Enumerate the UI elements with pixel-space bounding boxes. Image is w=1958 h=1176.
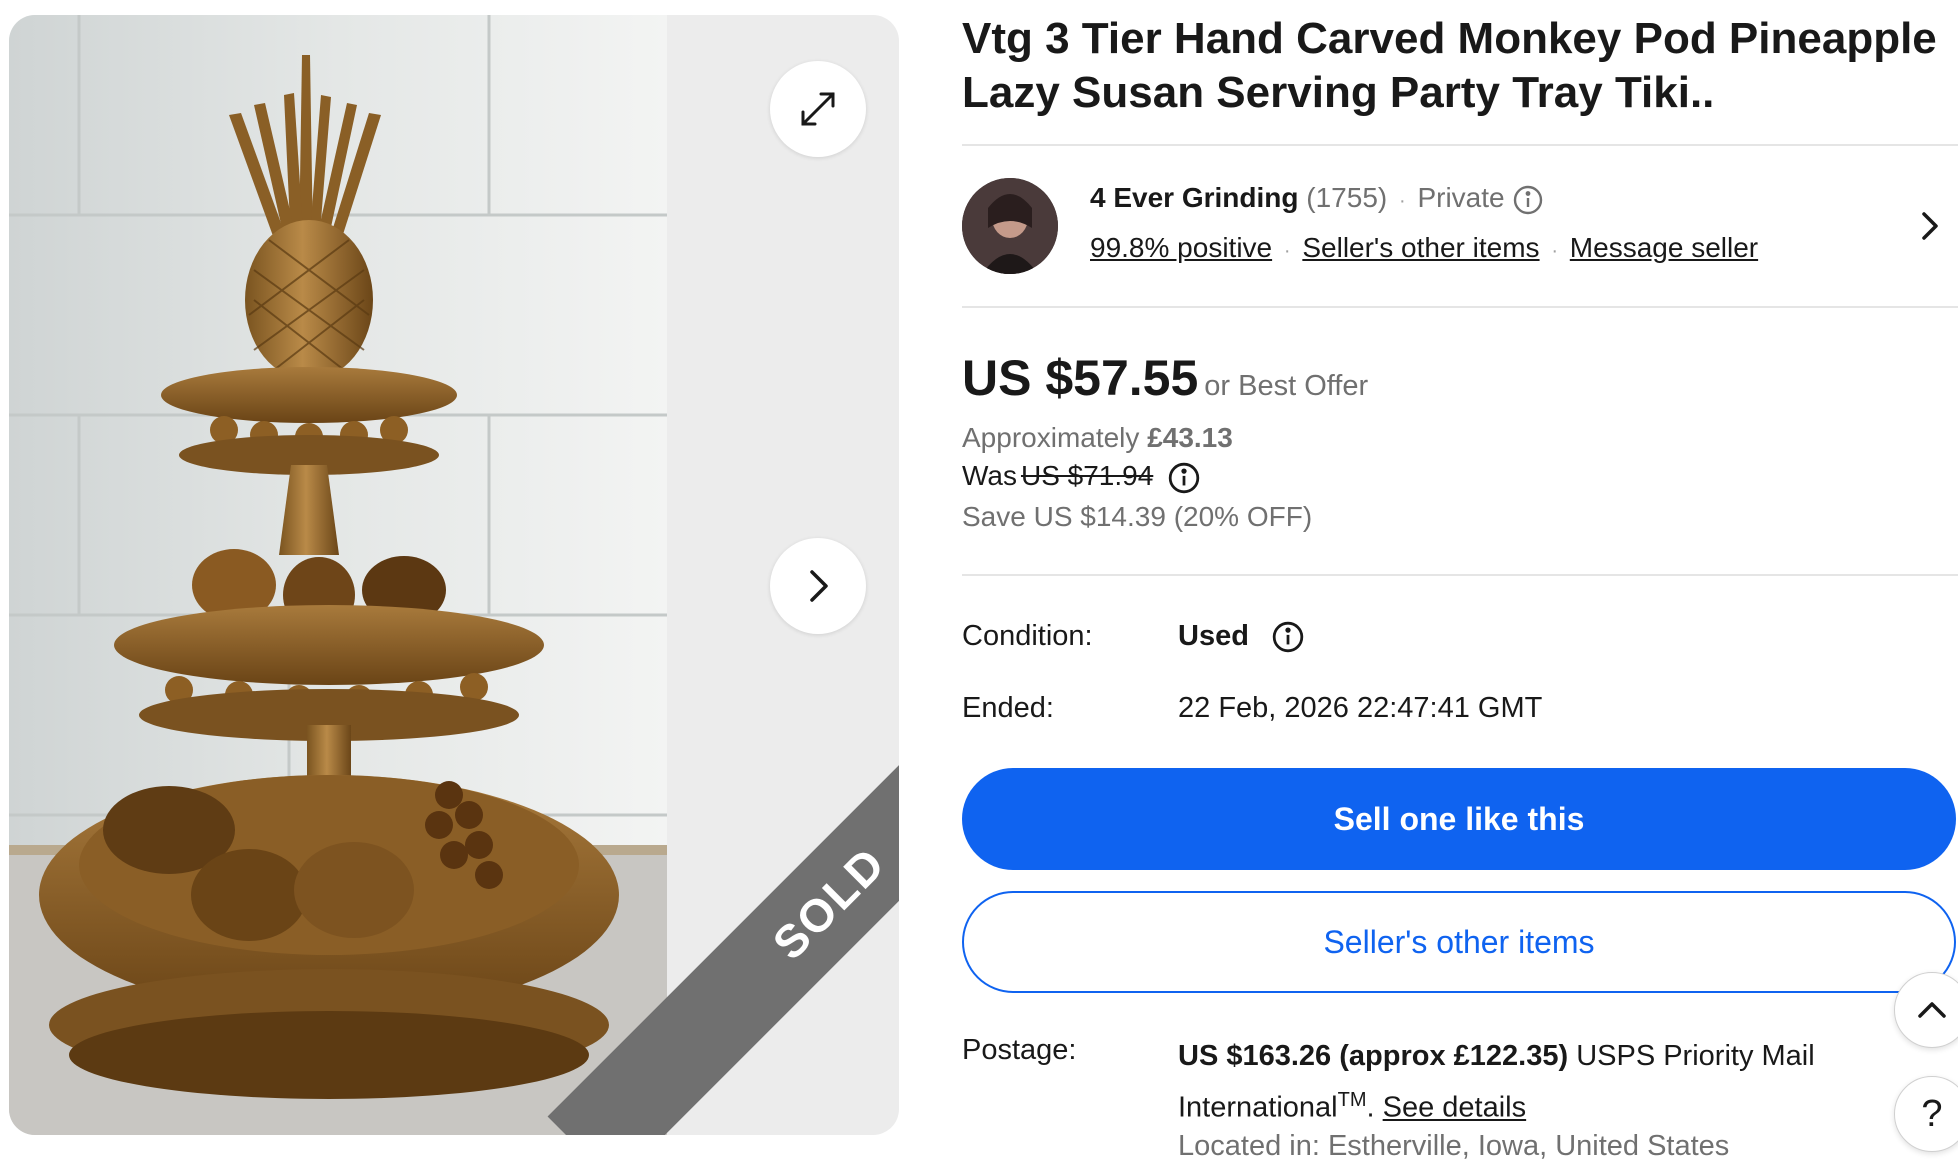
sellers-other-items-button[interactable]: Seller's other items [962,891,1956,993]
listing-title: Vtg 3 Tier Hand Carved Monkey Pod Pineap… [962,14,1937,117]
approx-price: Approximately £43.13 [962,422,1958,454]
seller-other-items-link[interactable]: Seller's other items [1302,232,1539,263]
message-seller-link[interactable]: Message seller [1570,232,1758,263]
item-location: Located in: Estherville, Iowa, United St… [1178,1130,1730,1162]
postage-price: US $163.26 (approx £122.35) [1178,1040,1569,1072]
listing-details: Vtg 3 Tier Hand Carved Monkey Pod Pineap… [962,0,1958,1176]
price-block: US $57.55 or Best Offer Approximately £43… [962,348,1958,533]
expand-arrows-icon [801,92,835,126]
info-icon[interactable] [1167,461,1201,495]
was-value: US $71.94 [1020,460,1154,491]
seller-info: 4 Ever Grinding (1755) · Private [1090,182,1544,216]
price-line: US $57.55 or Best Offer [962,348,1958,416]
seller-type: Private [1417,182,1505,213]
separator-dot: · [1283,240,1291,262]
see-details-link[interactable]: See details [1383,1092,1527,1124]
trademark-mark: TM [1337,1089,1367,1111]
approx-value: £43.13 [1147,422,1233,453]
separator-dot: · [1399,190,1406,212]
condition-value-wrap: Used [1178,620,1305,654]
was-price: Was US $71.94 [962,460,1958,495]
chevron-right-icon [810,570,828,602]
current-price: US $57.55 [962,350,1199,406]
help-icon: ? [1921,1092,1943,1135]
feedback-count[interactable]: (1755) [1306,182,1387,213]
seller-avatar[interactable] [962,178,1058,274]
divider [962,144,1958,146]
condition-label: Condition: [962,620,1093,652]
approx-label: Approximately [962,422,1140,453]
ended-value: 22 Feb, 2026 22:47:41 GMT [1178,692,1543,724]
divider [962,306,1958,308]
condition-row: Condition: Used [962,620,1958,660]
positive-feedback-link[interactable]: 99.8% positive [1090,232,1272,263]
was-label: Was [962,460,1017,491]
next-image-button[interactable] [770,538,866,634]
ended-row: Ended: 22 Feb, 2026 22:47:41 GMT [962,692,1958,732]
savings-text: Save US $14.39 (20% OFF) [962,500,1313,532]
postage-label: Postage: [962,1034,1077,1066]
chevron-up-icon [1918,1002,1946,1018]
chevron-right-icon[interactable] [1916,206,1944,246]
expand-image-button[interactable] [770,61,866,157]
divider [962,574,1958,576]
condition-value: Used [1178,620,1249,652]
ended-label: Ended: [962,692,1054,724]
seller-card[interactable]: 4 Ever Grinding (1755) · Private 99.8% p… [962,178,1958,282]
separator-dot: · [1551,240,1559,262]
image-gallery[interactable]: SOLD [9,15,899,1135]
product-photo[interactable] [9,15,667,1135]
info-icon[interactable] [1271,620,1305,654]
postage-value: US $163.26 (approx £122.35) USPS Priorit… [1178,1040,1815,1124]
seller-name[interactable]: 4 Ever Grinding [1090,182,1299,213]
sell-one-like-this-button[interactable]: Sell one like this [962,768,1956,870]
sold-label: SOLD [762,836,896,970]
seller-links: 99.8% positive · Seller's other items · … [1090,232,1758,264]
info-icon[interactable] [1512,184,1544,216]
best-offer-label: or Best Offer [1204,370,1369,402]
